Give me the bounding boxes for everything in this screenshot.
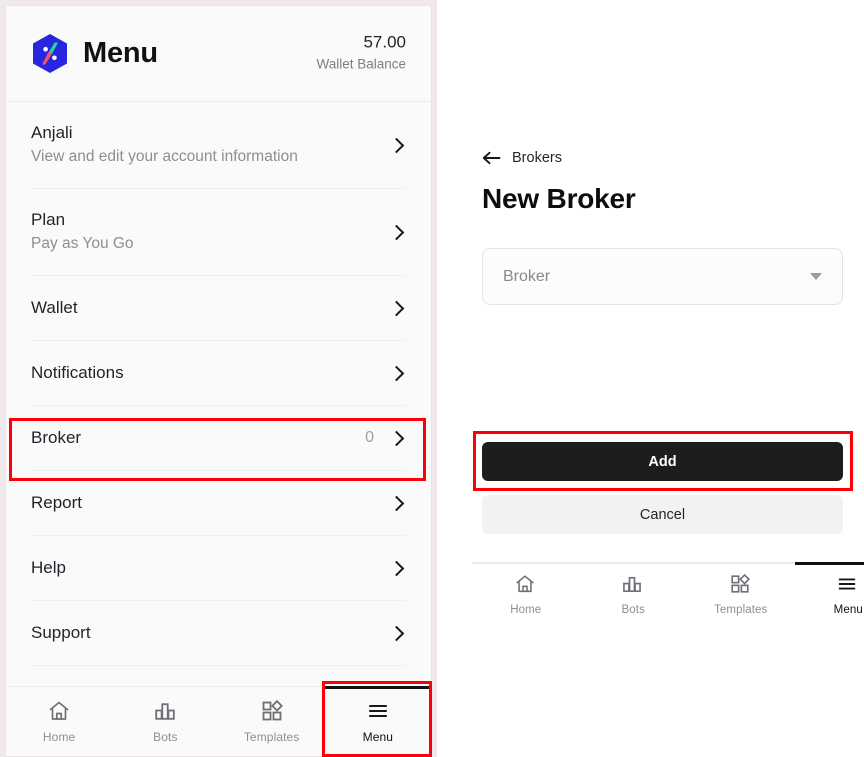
hamburger-menu-icon <box>836 573 860 597</box>
menu-row-right <box>388 625 406 641</box>
menu-item-subtitle: View and edit your account information <box>31 148 298 166</box>
arrow-left-icon <box>482 151 501 165</box>
nav-tab-bots[interactable]: Bots <box>580 564 688 624</box>
page-title: Menu <box>83 37 158 69</box>
nav-tab-label: Bots <box>153 730 178 744</box>
app-logo-hex-icon <box>31 33 69 74</box>
chevron-right-icon <box>388 430 405 446</box>
menu-header: Menu 57.00 Wallet Balance <box>6 6 431 102</box>
menu-texts: Report <box>31 493 82 513</box>
chevron-right-icon <box>388 137 405 153</box>
hamburger-menu-icon <box>366 699 390 723</box>
nav-tab-home[interactable]: Home <box>472 564 580 624</box>
wallet-label: Wallet Balance <box>316 57 406 73</box>
menu-item-label: Plan <box>31 210 66 229</box>
menu-row-right <box>388 495 406 511</box>
menu-item-label: Support <box>31 622 91 642</box>
nav-tab-label: Home <box>510 603 542 616</box>
menu-texts: Plan Pay as You Go <box>31 210 134 254</box>
bar-chart-icon <box>621 573 645 597</box>
menu-item-label: Notifications <box>31 362 124 382</box>
menu-item-label: Anjali <box>31 123 73 142</box>
caret-down-icon <box>810 273 822 280</box>
menu-row-right <box>388 224 406 240</box>
menu-row-wallet[interactable]: Wallet <box>31 276 406 341</box>
chevron-right-icon <box>388 365 405 381</box>
menu-item-subtitle: Pay as You Go <box>31 235 134 253</box>
menu-texts: Support <box>31 623 91 643</box>
nav-tab-label: Templates <box>714 603 768 616</box>
left-phone-frame: Menu 57.00 Wallet Balance Anjali View an… <box>0 0 437 757</box>
breadcrumb-back[interactable]: Brokers <box>482 150 562 166</box>
menu-texts: Broker <box>31 428 81 448</box>
menu-row-broker[interactable]: Broker 0 <box>31 406 406 471</box>
nav-tab-label: Bots <box>621 603 645 616</box>
menu-texts: Help <box>31 558 66 578</box>
right-bottom-nav: Home Bots Templates Menu <box>472 562 864 624</box>
menu-list: Anjali View and edit your account inform… <box>6 102 431 666</box>
home-icon <box>47 699 71 723</box>
nav-tab-menu[interactable]: Menu <box>794 562 864 624</box>
menu-texts: Anjali View and edit your account inform… <box>31 123 298 167</box>
add-button[interactable]: Add <box>482 442 843 481</box>
menu-row-account[interactable]: Anjali View and edit your account inform… <box>31 102 406 189</box>
menu-row-right <box>388 365 406 381</box>
menu-row-plan[interactable]: Plan Pay as You Go <box>31 189 406 276</box>
chevron-right-icon <box>388 625 405 641</box>
menu-item-label: Broker <box>31 427 82 447</box>
nav-tab-home[interactable]: Home <box>6 687 112 756</box>
menu-row-right <box>388 560 406 576</box>
menu-row-notifications[interactable]: Notifications <box>31 341 406 406</box>
nav-tab-label: Home <box>42 730 76 744</box>
bar-chart-icon <box>153 699 177 723</box>
wallet-amount: 57.00 <box>363 32 406 52</box>
broker-select-value: Broker <box>503 267 551 285</box>
menu-row-help[interactable]: Help <box>31 536 406 601</box>
nav-tab-templates[interactable]: Templates <box>687 564 795 624</box>
chevron-right-icon <box>388 300 405 316</box>
menu-row-report[interactable]: Report <box>31 471 406 536</box>
breadcrumb-label: Brokers <box>512 150 562 166</box>
broker-count-badge: 0 <box>365 429 374 446</box>
templates-grid-icon <box>260 699 284 723</box>
menu-row-right: 0 <box>365 429 406 447</box>
menu-item-label: Report <box>31 492 83 512</box>
cancel-button[interactable]: Cancel <box>482 495 843 534</box>
right-device-screen: Brokers New Broker Broker Add Cancel Hom… <box>437 0 864 757</box>
nav-tab-bots[interactable]: Bots <box>112 687 218 756</box>
left-bottom-nav: Home Bots Templates Menu <box>6 686 431 756</box>
left-device-screen: Menu 57.00 Wallet Balance Anjali View an… <box>5 5 432 757</box>
templates-grid-icon <box>729 573 753 597</box>
nav-tab-menu[interactable]: Menu <box>324 686 431 756</box>
menu-item-label: Wallet <box>31 297 78 317</box>
chevron-right-icon <box>388 495 405 511</box>
new-broker-heading: New Broker <box>482 183 636 214</box>
menu-texts: Wallet <box>31 298 78 318</box>
chevron-right-icon <box>388 224 405 240</box>
screenshot-root: Menu 57.00 Wallet Balance Anjali View an… <box>0 0 864 757</box>
nav-tab-templates[interactable]: Templates <box>219 687 325 756</box>
brand: Menu <box>31 33 158 74</box>
menu-row-right <box>388 300 406 316</box>
nav-tab-label: Menu <box>362 730 394 744</box>
menu-item-label: Help <box>31 557 66 577</box>
chevron-right-icon <box>388 560 405 576</box>
nav-tab-label: Templates <box>243 730 300 744</box>
menu-row-support[interactable]: Support <box>31 601 406 666</box>
menu-texts: Notifications <box>31 363 124 383</box>
broker-select[interactable]: Broker <box>482 248 843 305</box>
menu-row-right <box>388 137 406 153</box>
wallet-balance-block: 57.00 Wallet Balance <box>316 31 406 76</box>
nav-tab-label: Menu <box>833 603 863 616</box>
home-icon <box>514 573 538 597</box>
